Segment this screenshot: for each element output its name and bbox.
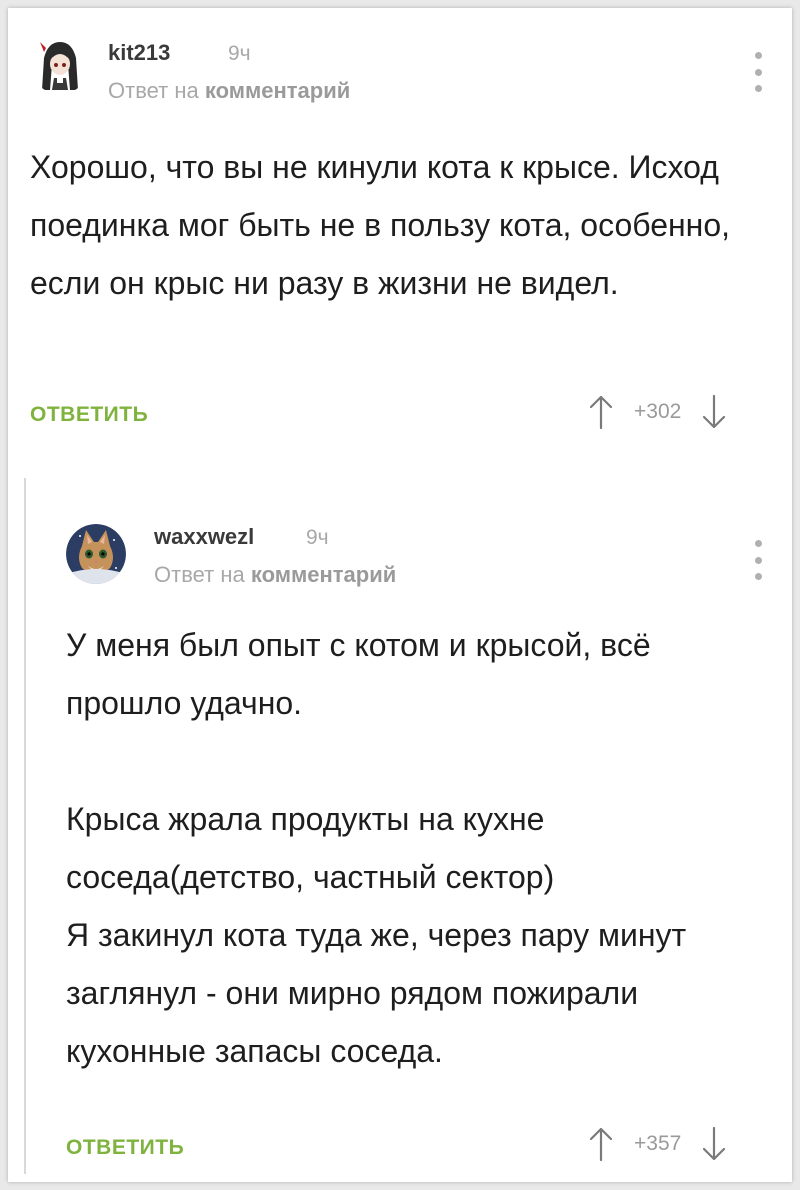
comment: kit213 9ч Ответ на комментарий Хорошо, ч… (8, 8, 792, 468)
downvote-arrow-icon[interactable] (701, 1126, 727, 1162)
comment-paragraph: Крыса жрала продукты на кухне соседа(дет… (66, 801, 687, 1069)
user-avatar[interactable] (66, 524, 126, 584)
more-vertical-icon[interactable] (748, 540, 768, 580)
downvote-arrow-icon[interactable] (701, 394, 727, 430)
user-avatar[interactable] (30, 34, 90, 94)
username[interactable]: waxxwezl (154, 524, 254, 550)
reply-prefix: Ответ на (154, 562, 245, 587)
upvote-arrow-icon[interactable] (588, 1126, 614, 1162)
comment-body: Хорошо, что вы не кинули кота к крысе. И… (30, 138, 750, 312)
reply-target-link[interactable]: комментарий (205, 78, 350, 103)
username[interactable]: kit213 (108, 40, 170, 66)
comment-body: У меня был опыт с котом и крысой, всё пр… (66, 616, 756, 1080)
upvote-arrow-icon[interactable] (588, 394, 614, 430)
reply-context: Ответ на комментарий (154, 562, 396, 588)
comment-paragraph: У меня был опыт с котом и крысой, всё пр… (66, 627, 651, 721)
reply-button[interactable]: ОТВЕТИТЬ (66, 1136, 184, 1160)
vote-score: +302 (634, 400, 682, 423)
more-vertical-icon[interactable] (748, 52, 768, 92)
reply-prefix: Ответ на (108, 78, 199, 103)
reply-button[interactable]: ОТВЕТИТЬ (30, 403, 148, 427)
comment-thread: kit213 9ч Ответ на комментарий Хорошо, ч… (8, 8, 792, 1182)
reply-target-link[interactable]: комментарий (251, 562, 396, 587)
cat-in-space-avatar-icon (66, 524, 126, 584)
vote-controls: +302 (588, 394, 727, 430)
vote-controls: +357 (588, 1126, 727, 1162)
comment-time: 9ч (228, 42, 251, 65)
comment-time: 9ч (306, 526, 329, 549)
comment-paragraph: Хорошо, что вы не кинули кота к крысе. И… (30, 149, 731, 301)
vote-score: +357 (634, 1132, 682, 1155)
reply-context: Ответ на комментарий (108, 78, 350, 104)
comment-reply: waxxwezl 9ч Ответ на комментарий У меня … (8, 478, 792, 1182)
anime-girl-avatar-icon (30, 34, 90, 94)
